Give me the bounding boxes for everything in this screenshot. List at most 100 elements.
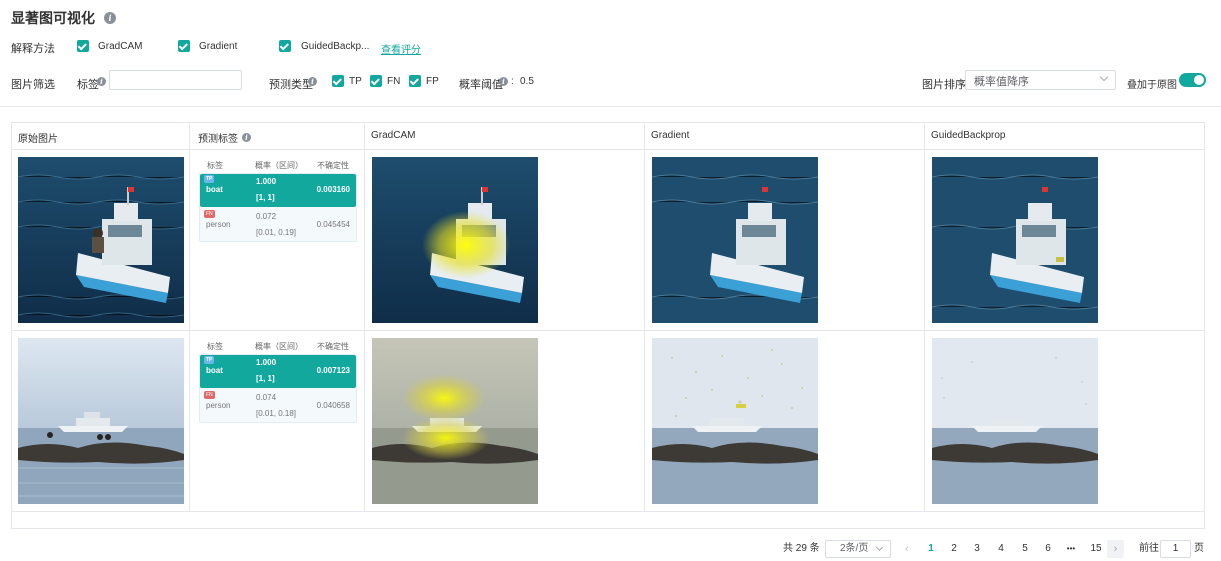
page-title: 显著图可视化	[11, 10, 95, 26]
pred-prob: 0.072	[256, 212, 277, 221]
checkbox-gradcam-label: GradCAM	[98, 41, 143, 52]
total-count: 共 29 条	[783, 543, 820, 554]
col-header-guidedbackprop: GuidedBackprop	[931, 130, 1006, 141]
col-header-guidedbackprop-text: GuidedBackprop	[931, 130, 1006, 141]
page-3[interactable]: 3	[971, 540, 983, 558]
col-header-gradient-text: Gradient	[651, 130, 690, 141]
filter-row: 图片筛选 标签 i 预测类型 i TP FN FP 概率阈值 i : 0.5 图…	[11, 70, 1211, 91]
threshold-label: 概率阈值	[459, 79, 503, 91]
page-ellipsis[interactable]: •••	[1063, 540, 1079, 558]
pred-uncertainty: 0.007123	[316, 366, 350, 375]
pred-tag-header: 标签	[207, 341, 223, 351]
page-6[interactable]: 6	[1042, 540, 1054, 558]
column-divider	[644, 123, 645, 512]
tag-filter-input[interactable]	[109, 70, 242, 90]
sort-label: 图片排序	[922, 79, 966, 91]
gradcam-image-row1[interactable]	[372, 157, 538, 323]
checkbox-gradcam[interactable]	[77, 40, 89, 52]
pred-item-fn[interactable]: FN person 0.072 [0.01, 0.19] 0.045454	[200, 209, 356, 242]
pred-uncertainty: 0.045454	[316, 220, 350, 229]
page-2[interactable]: 2	[948, 540, 960, 558]
pred-item-tp[interactable]: TP boat 1.000 [1, 1] 0.007123	[200, 355, 356, 388]
checkbox-gradient[interactable]	[178, 40, 190, 52]
checkbox-fp[interactable]	[409, 75, 421, 87]
checkbox-fn-label: FN	[387, 76, 401, 87]
toggle-knob	[1194, 75, 1204, 85]
tp-badge: TP	[204, 356, 215, 364]
col-header-gradient: Gradient	[651, 130, 689, 141]
page-size-select[interactable]: 2条/页	[825, 540, 891, 558]
pred-list-row2: TP boat 1.000 [1, 1] 0.007123 FN person …	[199, 354, 357, 423]
gradient-image-row1[interactable]	[652, 157, 818, 323]
overlay-toggle[interactable]	[1179, 73, 1206, 87]
pred-prob: 0.074	[256, 393, 277, 402]
gradient-image-row2[interactable]	[652, 338, 818, 504]
goto-page-input[interactable]: 1	[1160, 540, 1191, 558]
row-divider-line	[12, 330, 1204, 331]
col-header-original-text: 原始图片	[18, 134, 58, 145]
column-divider	[364, 123, 365, 512]
original-image-row1[interactable]	[18, 157, 184, 323]
goto-label: 前往	[1139, 543, 1159, 554]
header-divider	[0, 106, 1221, 107]
col-header-gradcam: GradCAM	[371, 130, 415, 141]
chevron-right-icon[interactable]: ›	[1107, 540, 1124, 558]
pred-header-info-icon[interactable]: i	[242, 133, 251, 142]
col-header-pred-text: 预测标签	[198, 134, 238, 145]
page-5[interactable]: 5	[1019, 540, 1031, 558]
threshold-value: 0.5	[520, 76, 534, 87]
tag-filter-label: 标签	[77, 79, 99, 91]
column-divider	[1204, 123, 1205, 512]
header-divider-line	[12, 149, 1204, 150]
checkbox-guidedbackprop[interactable]	[279, 40, 291, 52]
pred-prob-header: 概率（区间）	[255, 160, 303, 170]
pred-type-info-icon[interactable]: i	[308, 77, 317, 86]
pred-header-row1: 标签 概率（区间） 不确定性	[199, 157, 357, 173]
chevron-left-icon[interactable]: ‹	[905, 540, 909, 558]
row-divider-line	[12, 511, 1204, 512]
pred-name: boat	[206, 185, 223, 194]
pred-item-tp[interactable]: TP boat 1.000 [1, 1] 0.003160	[200, 174, 356, 207]
sort-select-value: 概率值降序	[974, 76, 1029, 88]
pred-type-label: 预测类型	[269, 79, 313, 91]
fn-badge: FN	[204, 391, 215, 399]
chevron-down-icon	[1099, 72, 1109, 82]
threshold-info-icon[interactable]: i	[499, 77, 508, 86]
pred-prob: 1.000	[256, 358, 277, 367]
sort-select[interactable]: 概率值降序	[965, 70, 1116, 90]
chevron-down-icon	[875, 543, 884, 552]
checkbox-fp-label: FP	[426, 76, 439, 87]
title-row: 显著图可视化 i	[11, 8, 116, 28]
checkbox-tp[interactable]	[332, 75, 344, 87]
pred-prob-header: 概率（区间）	[255, 341, 303, 351]
info-icon[interactable]: i	[104, 12, 116, 24]
page-4[interactable]: 4	[995, 540, 1007, 558]
pred-prob: 1.000	[256, 177, 277, 186]
view-score-link[interactable]: 查看评分	[381, 41, 421, 56]
original-image-row2[interactable]	[18, 338, 184, 504]
pred-item-fn[interactable]: FN person 0.074 [0.01, 0.18] 0.040658	[200, 390, 356, 423]
checkbox-gradient-label: Gradient	[199, 41, 238, 52]
col-header-original: 原始图片	[18, 130, 58, 145]
pred-interval: [1, 1]	[256, 193, 275, 202]
page-15[interactable]: 15	[1088, 540, 1104, 558]
fn-badge: FN	[204, 210, 215, 218]
gradcam-image-row2[interactable]	[372, 338, 538, 504]
guidedbackprop-image-row1[interactable]	[932, 157, 1098, 323]
page-1[interactable]: 1	[925, 540, 937, 558]
overlay-label: 叠加于原图	[1127, 80, 1177, 91]
page-size-value: 2条/页	[840, 543, 869, 554]
filter-label: 图片筛选	[11, 79, 55, 91]
checkbox-fn[interactable]	[370, 75, 382, 87]
pred-panel-row1: 标签 概率（区间） 不确定性 TP boat 1.000 [1, 1] 0.00…	[199, 157, 357, 242]
guidedbackprop-image-row2[interactable]	[932, 338, 1098, 504]
tp-badge: TP	[204, 175, 215, 183]
explain-methods-row: 解释方法 GradCAM Gradient GuidedBackp... 查看评…	[11, 40, 1211, 56]
tag-info-icon[interactable]: i	[97, 77, 106, 86]
pred-unc-header: 不确定性	[317, 160, 349, 170]
pred-name: person	[206, 220, 231, 229]
explain-label: 解释方法	[11, 43, 55, 55]
checkbox-tp-label: TP	[349, 76, 362, 87]
pred-list-row1: TP boat 1.000 [1, 1] 0.003160 FN person …	[199, 173, 357, 242]
col-header-gradcam-text: GradCAM	[371, 130, 416, 141]
